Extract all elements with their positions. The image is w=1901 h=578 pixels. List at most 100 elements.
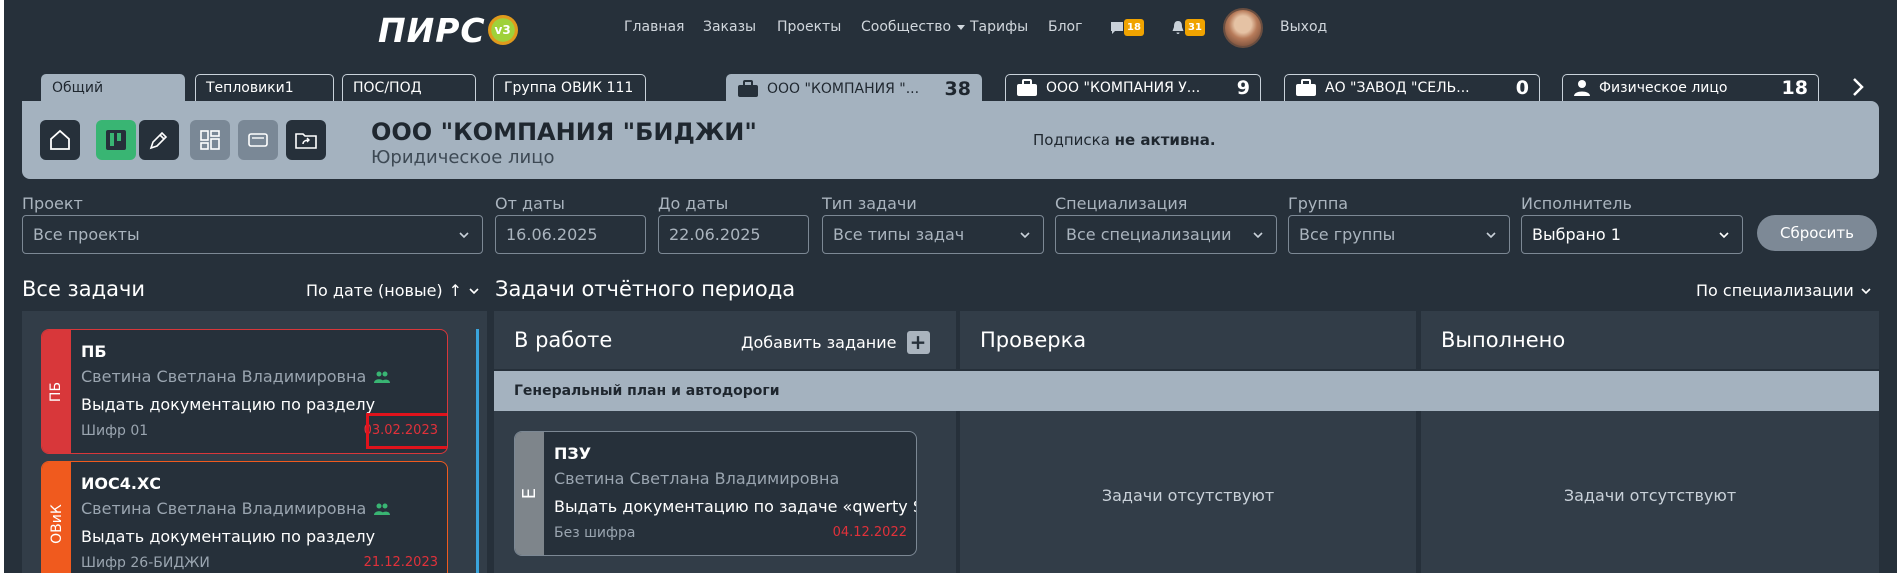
- tab-group-ovik[interactable]: Группа ОВИК 111: [493, 74, 646, 101]
- specialization-select[interactable]: Все специализации: [1055, 215, 1277, 254]
- messages-button[interactable]: 18: [1110, 16, 1146, 38]
- briefcase-icon: [738, 79, 758, 97]
- task-list-scrollbar[interactable]: [476, 329, 479, 573]
- period-sort[interactable]: По специализации: [1696, 281, 1872, 300]
- tab-group-general[interactable]: Общий: [41, 74, 185, 102]
- chevron-down-icon: [459, 232, 469, 239]
- group-select-value: Все группы: [1299, 225, 1396, 244]
- chevron-right-icon: [1853, 78, 1864, 96]
- tab-company-count: 38: [944, 77, 971, 100]
- tab-group-heating[interactable]: Тепловики1: [195, 74, 334, 101]
- task-specialization: ПБ: [48, 381, 65, 402]
- chat-icon: [1111, 22, 1123, 34]
- nav-link-blog[interactable]: Блог: [1048, 19, 1082, 35]
- notifications-count-badge: 31: [1185, 19, 1205, 36]
- pen-icon: [149, 131, 168, 150]
- empty-state-text: Задачи отсутствуют: [1563, 486, 1737, 505]
- logo-version-badge: v3: [487, 15, 518, 45]
- executor-select[interactable]: Выбрано 1: [1521, 215, 1743, 254]
- nav-link-community-label: Сообщество: [861, 19, 952, 35]
- group-row-label: Генеральный план и автодороги: [514, 383, 780, 399]
- chevron-down-icon: [1486, 232, 1496, 239]
- tablet-icon: [248, 133, 268, 147]
- home-button[interactable]: [40, 120, 80, 160]
- task-code: Шифр 01: [81, 423, 149, 439]
- logout-link[interactable]: Выход: [1280, 19, 1327, 35]
- dashboard-button[interactable]: [190, 120, 230, 160]
- task-description: Выдать документацию по разделу: [81, 527, 376, 546]
- tabs-next-button[interactable]: [1844, 73, 1872, 101]
- tab-company-count: 9: [1236, 77, 1250, 99]
- task-stripe: ОВиК: [42, 462, 71, 573]
- tab-company-zavod[interactable]: АО "ЗАВОД "СЕЛЬ... 0: [1284, 74, 1540, 101]
- task-title: ПБ: [81, 342, 107, 361]
- logo[interactable]: ПИРС v3: [378, 10, 518, 50]
- nav-link-tariffs[interactable]: Тарифы: [970, 19, 1028, 35]
- nav-link-projects[interactable]: Проекты: [777, 19, 841, 35]
- task-card[interactable]: ОВиК ИОС4.ХС Светина Светлана Владимиров…: [41, 461, 448, 573]
- tab-company-name: АО "ЗАВОД "СЕЛЬ...: [1325, 80, 1470, 96]
- sort-direction-icon[interactable]: ↑: [449, 281, 462, 300]
- task-date: 04.12.2022: [832, 525, 907, 540]
- project-filter-label: Проект: [22, 194, 83, 213]
- task-card[interactable]: ПБ ПБ Светина Светлана Владимировна Выда…: [41, 329, 448, 454]
- user-avatar[interactable]: [1223, 8, 1263, 48]
- nav-link-community[interactable]: Сообщество: [861, 19, 966, 35]
- date-to-label: До даты: [658, 194, 729, 213]
- all-tasks-sort[interactable]: По дате (новые) ↑: [306, 281, 480, 300]
- bell-icon: [1172, 21, 1184, 34]
- task-type-select[interactable]: Все типы задач: [822, 215, 1044, 254]
- task-person: Светина Светлана Владимировна: [81, 499, 391, 518]
- task-date: 21.12.2023: [363, 555, 438, 570]
- add-task-button[interactable]: Добавить задание +: [741, 331, 930, 354]
- specialization-value: Все специализации: [1066, 225, 1232, 244]
- tab-individual[interactable]: Физическое лицо 18: [1562, 74, 1819, 101]
- nav-link-main[interactable]: Главная: [624, 19, 684, 35]
- folder-share-icon: [295, 133, 317, 149]
- date-from-label: От даты: [495, 194, 565, 213]
- share-folder-button[interactable]: [286, 120, 326, 160]
- task-type-value: Все типы задач: [833, 225, 965, 244]
- person-icon: [1574, 80, 1590, 96]
- period-sort-label: По специализации: [1696, 281, 1854, 300]
- tab-company-u[interactable]: ООО "КОМПАНИЯ У... 9: [1005, 74, 1261, 101]
- notifications-button[interactable]: 31: [1171, 16, 1207, 38]
- kanban-button[interactable]: [96, 120, 136, 160]
- date-from-input[interactable]: 16.06.2025: [495, 215, 646, 254]
- task-description: Выдать документацию по разделу: [81, 395, 376, 414]
- group-filter-label: Группа: [1288, 194, 1349, 213]
- column-done-body: Задачи отсутствуют: [1421, 411, 1879, 573]
- edit-button[interactable]: [139, 120, 179, 160]
- all-tasks-sort-label: По дате (новые): [306, 281, 443, 300]
- group-select[interactable]: Все группы: [1288, 215, 1510, 254]
- dashboard-icon: [200, 130, 220, 150]
- nav-link-orders[interactable]: Заказы: [703, 19, 756, 35]
- task-person-name: Светина Светлана Владимировна: [81, 499, 367, 518]
- company-type: Юридическое лицо: [371, 147, 555, 168]
- executor-select-value: Выбрано 1: [1532, 225, 1621, 244]
- chevron-down-icon: [1861, 287, 1871, 294]
- column-check-body: Задачи отсутствуют: [960, 411, 1416, 573]
- task-stripe: Е: [515, 432, 544, 555]
- chevron-down-icon: [1719, 232, 1729, 239]
- task-description: Выдать документацию по задаче «qwerty S»: [554, 497, 917, 516]
- plus-icon: +: [906, 331, 930, 354]
- all-tasks-title: Все задачи: [22, 277, 146, 301]
- task-title: ПЗУ: [554, 444, 592, 463]
- tab-group-pos-pod[interactable]: ПОС/ПОД: [342, 74, 476, 101]
- date-to-input[interactable]: 22.06.2025: [658, 215, 809, 254]
- column-in-work-title: В работе: [514, 328, 613, 352]
- project-select[interactable]: Все проекты: [22, 215, 483, 254]
- tab-company-bidji[interactable]: ООО "КОМПАНИЯ "... 38: [726, 74, 982, 102]
- home-icon: [50, 129, 70, 150]
- company-panel: ООО "КОМПАНИЯ "БИДЖИ" Юридическое лицо П…: [22, 101, 1879, 179]
- reset-filters-button[interactable]: Сбросить: [1757, 215, 1877, 251]
- chevron-down-icon: [469, 287, 479, 294]
- group-row[interactable]: Генеральный план и автодороги: [494, 371, 1879, 411]
- column-check: Проверка: [960, 311, 1416, 369]
- tablet-button[interactable]: [238, 120, 278, 160]
- kanban-task-card[interactable]: Е ПЗУ Светина Светлана Владимировна Выда…: [514, 431, 917, 556]
- company-name: ООО "КОМПАНИЯ "БИДЖИ": [371, 118, 757, 146]
- kanban-icon: [106, 130, 126, 150]
- logo-text: ПИРС: [378, 10, 486, 50]
